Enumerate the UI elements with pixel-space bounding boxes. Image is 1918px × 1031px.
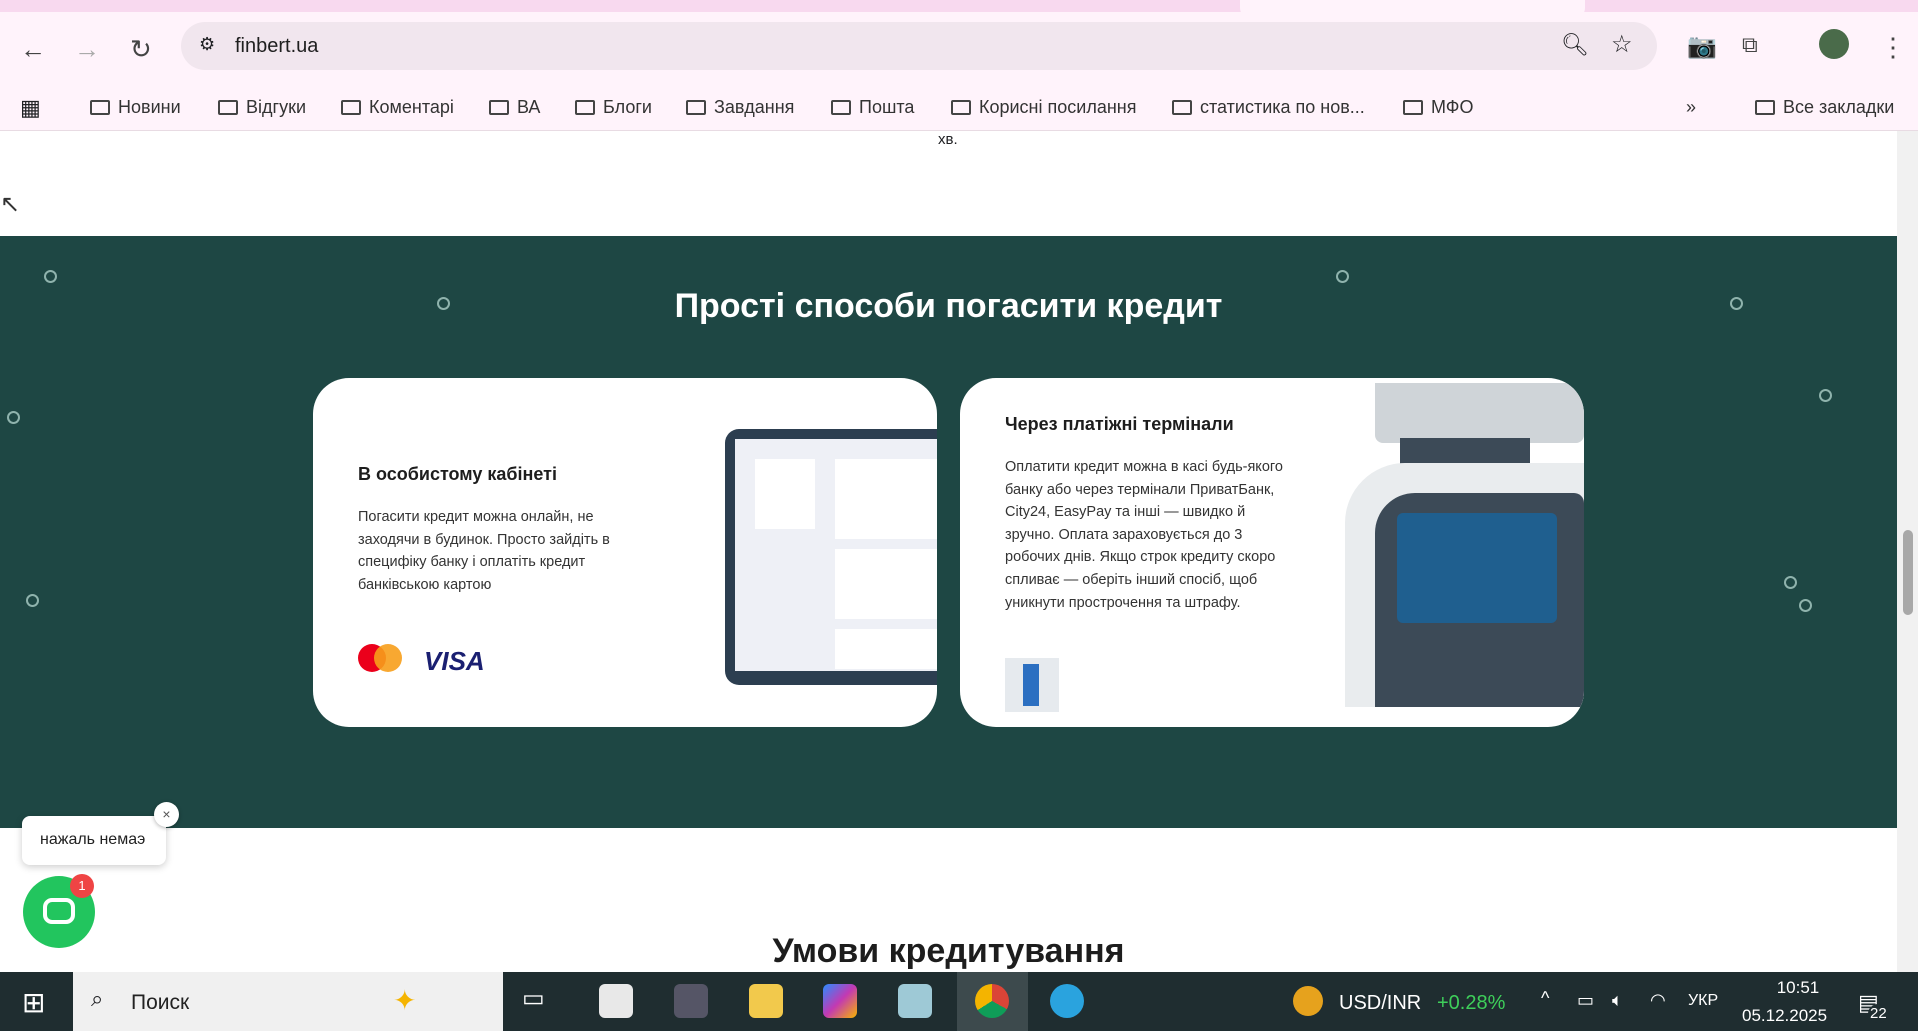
language-indicator[interactable]: УКР [1688, 992, 1718, 1010]
extensions-icon[interactable]: ⧉ [1742, 32, 1758, 58]
bookmarks-bar: ▦ Новини Відгуки Коментарі ВА Блоги Завд… [0, 82, 1918, 131]
url-text[interactable]: finbert.ua [235, 35, 318, 58]
notification-count: 22 [1868, 1004, 1889, 1023]
copilot-sparkle-icon: ✦ [393, 985, 417, 1016]
wifi-icon[interactable]: ◠ [1650, 990, 1666, 1011]
bookmark[interactable]: ВА [489, 97, 540, 118]
address-bar[interactable]: ⚙ finbert.ua 🔍︎ ☆ [181, 22, 1657, 70]
taskbar-search[interactable]: ⌕ Поиск ✦ [73, 972, 503, 1031]
ticker-coin-icon [1293, 986, 1323, 1016]
bookmark[interactable]: Корисні посилання [951, 97, 1136, 118]
avatar[interactable] [1819, 29, 1849, 59]
windows-start-icon[interactable]: ⊞ [22, 986, 45, 1019]
top-fragment: хв. [938, 131, 958, 148]
chrome-icon[interactable] [975, 984, 1009, 1018]
bookmark[interactable]: Коментарі [341, 97, 454, 118]
section-title: Прості способи погасити кредит [674, 287, 1223, 325]
card-terminals: Через платіжні термінали Оплатити кредит… [960, 378, 1584, 727]
search-icon: ⌕ [91, 986, 104, 1011]
bookmark[interactable]: Пошта [831, 97, 914, 118]
card-title: Через платіжні термінали [1005, 414, 1234, 434]
folder-icon [1403, 100, 1423, 115]
forward-icon[interactable]: → [74, 34, 100, 65]
store-icon[interactable] [599, 984, 633, 1018]
bookmark[interactable]: Новини [90, 97, 181, 118]
folder-icon [831, 100, 851, 115]
terminal-illustration [1345, 383, 1584, 707]
apps-icon[interactable]: ▦ [20, 95, 41, 121]
reload-icon[interactable]: ↻ [130, 34, 152, 65]
bookmark[interactable]: Завдання [686, 97, 794, 118]
camera-icon[interactable]: 📷 [1687, 32, 1717, 61]
card-personal-cabinet: В особистому кабінеті Погасити кредит мо… [313, 378, 937, 727]
telegram-icon[interactable] [1050, 984, 1084, 1018]
folder-icon [686, 100, 706, 115]
bookmark[interactable]: Блоги [575, 97, 652, 118]
folder-icon [489, 100, 509, 115]
bookmark[interactable]: статистика по нов... [1172, 97, 1365, 118]
card-text: Оплатити кредит можна в касі будь-якого … [1005, 459, 1283, 611]
bookmarks-overflow-button[interactable]: » [1686, 97, 1696, 118]
next-section-title: Умови кредитування [772, 932, 1125, 970]
scrollbar-thumb[interactable] [1903, 530, 1913, 615]
folder-icon [1172, 100, 1192, 115]
volume-icon[interactable]: 🔈︎ [1612, 990, 1623, 1011]
mouse-cursor-icon: ↖ [0, 191, 21, 218]
site-settings-icon[interactable]: ⚙ [199, 34, 215, 55]
folder-icon [341, 100, 361, 115]
card-text: Погасити кредит можна онлайн, не заходяч… [358, 509, 610, 593]
task-view-icon[interactable]: ▭ [522, 984, 556, 1018]
ticker-symbol[interactable]: USD/INR [1339, 992, 1421, 1015]
copilot-icon[interactable] [823, 984, 857, 1018]
back-icon[interactable]: ← [20, 34, 46, 65]
menu-icon[interactable]: ⋮ [1880, 32, 1906, 63]
laptop-illustration [725, 429, 937, 685]
bookmark[interactable]: Відгуки [218, 97, 306, 118]
folder-icon [951, 100, 971, 115]
star-icon[interactable]: ☆ [1611, 30, 1633, 59]
search-label: Поиск [131, 991, 190, 1014]
bookmark[interactable]: МФО [1403, 97, 1473, 118]
clock-time[interactable]: 10:51 [1766, 978, 1830, 998]
chat-icon [43, 898, 75, 924]
zoom-icon[interactable]: 🔍︎ [1561, 32, 1589, 58]
folder-icon [1755, 100, 1775, 115]
chat-badge: 1 [70, 874, 94, 898]
terminal-thumbnail [1005, 658, 1059, 712]
visa-logo: VISA [424, 646, 485, 676]
mastercard-logo [358, 644, 402, 674]
ticker-change: +0.28% [1437, 992, 1506, 1014]
battery-icon[interactable]: ▭ [1577, 990, 1594, 1011]
folder-icon [218, 100, 238, 115]
folder-icon [90, 100, 110, 115]
file-explorer-icon[interactable] [749, 984, 783, 1018]
chat-bubble[interactable]: нажаль немаэ [22, 816, 166, 865]
folder-icon [575, 100, 595, 115]
all-bookmarks[interactable]: Все закладки [1755, 97, 1894, 118]
notes-icon[interactable] [898, 984, 932, 1018]
chat-close-button[interactable]: × [154, 802, 179, 827]
card-title: В особистому кабінеті [358, 464, 557, 484]
calculator-icon[interactable] [674, 984, 708, 1018]
tray-overflow-icon[interactable]: ^ [1541, 988, 1549, 1009]
clock-date[interactable]: 05.12.2025 [1742, 1006, 1827, 1026]
